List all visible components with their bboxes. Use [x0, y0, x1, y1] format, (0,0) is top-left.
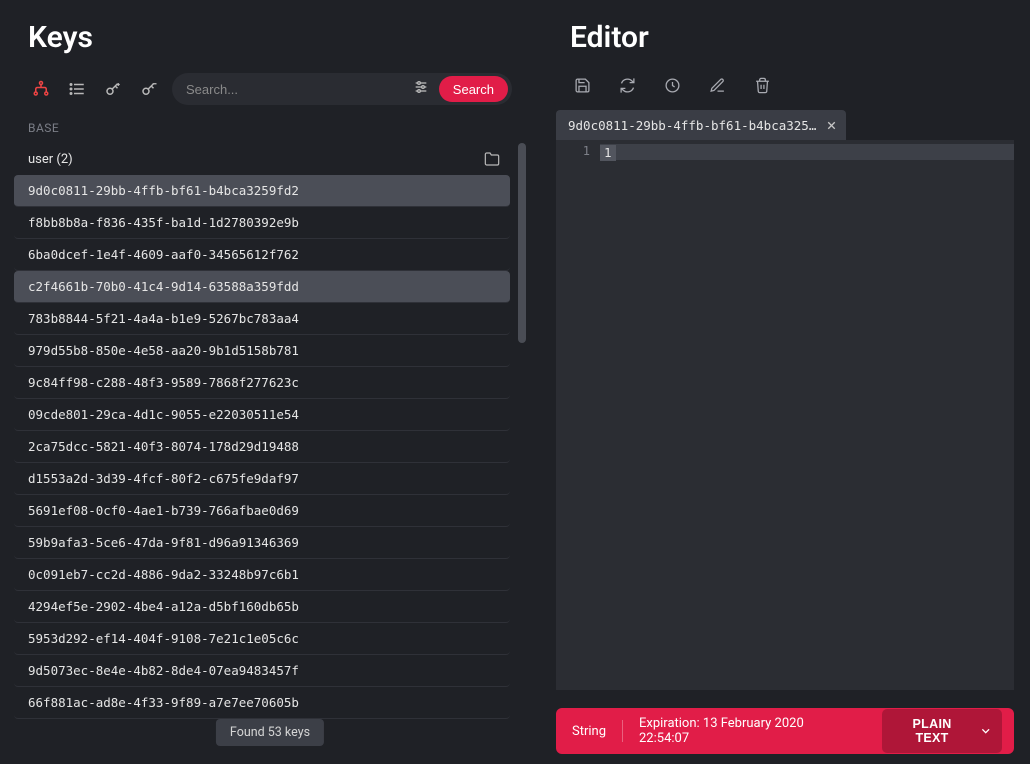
- format-label: PLAIN TEXT: [896, 717, 969, 745]
- key-row[interactable]: 4294ef5e-2902-4be4-a12a-d5bf160db65b: [14, 591, 510, 623]
- editor-body[interactable]: 1 1: [556, 140, 1014, 690]
- keys-toolbar: Search: [0, 65, 540, 115]
- key-row[interactable]: 9d5073ec-8e4e-4b82-8de4-07ea9483457f: [14, 655, 510, 687]
- key-row[interactable]: 59b9afa3-5ce6-47da-9f81-d96a91346369: [14, 527, 510, 559]
- edit-icon[interactable]: [705, 73, 730, 98]
- section-label: BASE: [0, 115, 540, 143]
- key-row[interactable]: d1553a2d-3d39-4fcf-80f2-c675fe9daf97: [14, 463, 510, 495]
- tree-view-icon[interactable]: [28, 76, 54, 102]
- found-toast: Found 53 keys: [216, 719, 324, 746]
- key-row[interactable]: 2ca75dcc-5821-40f3-8074-178d29d19488: [14, 431, 510, 463]
- code-content: 1: [600, 145, 616, 161]
- key-row[interactable]: 5953d292-ef14-404f-9108-7e21c1e05c6c: [14, 623, 510, 655]
- delete-icon[interactable]: [750, 73, 775, 98]
- chevron-down-icon: [979, 724, 992, 738]
- status-bar: String Expiration: 13 February 2020 22:5…: [556, 708, 1014, 754]
- editor-toolbar: [540, 67, 1030, 110]
- key-row[interactable]: 9d0c0811-29bb-4ffb-bf61-b4bca3259fd2: [14, 175, 510, 207]
- folder-label: user (2): [28, 152, 73, 167]
- search-button[interactable]: Search: [439, 76, 508, 102]
- list-view-icon[interactable]: [64, 76, 90, 102]
- delete-key-icon[interactable]: [136, 76, 162, 102]
- code-area[interactable]: 1: [600, 140, 1014, 690]
- key-row[interactable]: 6ba0dcef-1e4f-4609-aaf0-34565612f762: [14, 239, 510, 271]
- key-row[interactable]: c2f4661b-70b0-41c4-9d14-63588a359fdd: [14, 271, 510, 303]
- editor-tab[interactable]: 9d0c0811-29bb-4ffb-bf61-b4bca3259f...: [556, 110, 846, 140]
- tab-label: 9d0c0811-29bb-4ffb-bf61-b4bca3259f...: [568, 118, 817, 133]
- key-row[interactable]: f8bb8b8a-f836-435f-ba1d-1d2780392e9b: [14, 207, 510, 239]
- folder-row[interactable]: user (2): [14, 143, 510, 175]
- keys-title: Keys: [28, 20, 512, 55]
- filter-icon[interactable]: [407, 79, 435, 99]
- close-icon[interactable]: [825, 119, 838, 132]
- key-row[interactable]: 9c84ff98-c288-48f3-9589-7868f277623c: [14, 367, 510, 399]
- ttl-icon[interactable]: [660, 73, 685, 98]
- key-row[interactable]: 979d55b8-850e-4e58-aa20-9b1d5158b781: [14, 335, 510, 367]
- search-input[interactable]: [186, 82, 407, 97]
- line-number: 1: [556, 140, 600, 690]
- key-row[interactable]: 0c091eb7-cc2d-4886-9da2-33248b97c6b1: [14, 559, 510, 591]
- search-box[interactable]: Search: [172, 73, 512, 105]
- status-type: String: [572, 724, 606, 739]
- status-expiration: Expiration: 13 February 2020 22:54:07: [639, 716, 850, 746]
- format-selector[interactable]: PLAIN TEXT: [882, 709, 1002, 753]
- key-row[interactable]: 09cde801-29ca-4d1c-9055-e22030511e54: [14, 399, 510, 431]
- editor-title: Editor: [540, 0, 1030, 67]
- scrollbar-thumb[interactable]: [518, 143, 526, 343]
- keys-panel: Keys: [0, 0, 540, 764]
- key-row[interactable]: 5691ef08-0cf0-4ae1-b739-766afbae0d69: [14, 495, 510, 527]
- key-row[interactable]: 783b8844-5f21-4a4a-b1e9-5267bc783aa4: [14, 303, 510, 335]
- add-key-icon[interactable]: [100, 76, 126, 102]
- editor-tabs: 9d0c0811-29bb-4ffb-bf61-b4bca3259f...: [540, 110, 1030, 140]
- save-icon[interactable]: [570, 73, 595, 98]
- folder-icon: [484, 151, 500, 167]
- refresh-icon[interactable]: [615, 73, 640, 98]
- editor-panel: Editor: [540, 0, 1030, 764]
- key-row[interactable]: 66f881ac-ad8e-4f33-9f89-a7e7ee70605b: [14, 687, 510, 719]
